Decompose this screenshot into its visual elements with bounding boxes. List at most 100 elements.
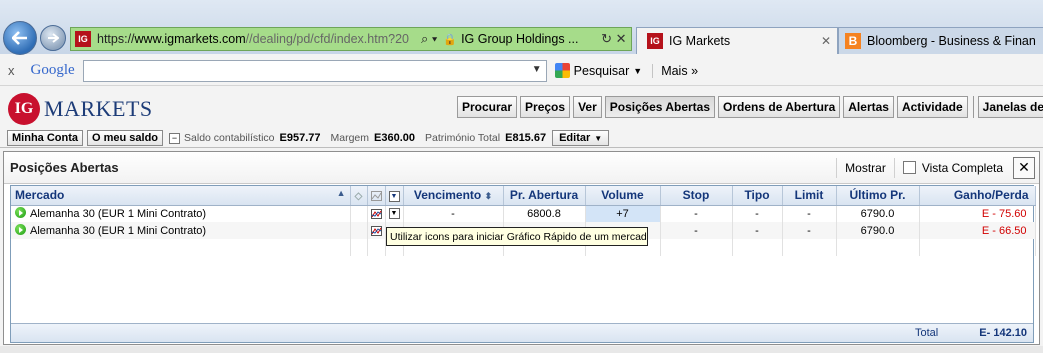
nav-ver[interactable]: Ver (573, 96, 602, 118)
tag-cell (350, 222, 368, 239)
col-mercado[interactable]: Mercado ▲ (11, 186, 351, 206)
chart-cell[interactable] (367, 222, 386, 239)
chevron-down-icon[interactable]: ▼ (532, 64, 542, 75)
ig-nav: Procurar Preços Ver Posições Abertas Ord… (457, 96, 1043, 118)
chart-icon (370, 191, 382, 202)
col-tag-icon[interactable]: ◇ (350, 186, 368, 206)
col-ultimo[interactable]: Último Pr. (836, 186, 920, 206)
tab-close-icon[interactable]: ✕ (821, 34, 831, 48)
tag-cell (350, 205, 368, 222)
meu-saldo-button[interactable]: O meu saldo (87, 130, 164, 146)
nav-posicoes-abertas[interactable]: Posições Abertas (604, 96, 716, 118)
editar-button[interactable]: Editar ▼ (552, 130, 610, 146)
vista-completa-toggle[interactable]: Vista Completa (893, 157, 1003, 178)
search-dropdown-icon[interactable]: ⌕ ▾ (421, 31, 437, 47)
panel-title: Posições Abertas (10, 160, 119, 175)
certificate-label[interactable]: IG Group Holdings ... (461, 32, 597, 46)
dropdown-icon: ▼ (388, 190, 400, 202)
quick-chart-icon[interactable] (370, 208, 382, 219)
collapse-icon[interactable]: − (169, 132, 181, 144)
url-scheme: https:// (97, 32, 135, 46)
bloomberg-favicon-icon: B (845, 33, 861, 49)
quick-chart-tooltip: Utilizar icons para iniciar Gráfico Rápi… (386, 227, 648, 246)
google-search-input[interactable]: ▼ (82, 59, 547, 82)
col-stop[interactable]: Stop (660, 186, 733, 206)
limit-cell[interactable]: - (782, 205, 837, 222)
panel-close-button[interactable]: ✕ (1013, 156, 1035, 179)
mercado-cell[interactable]: Alemanha 30 (EUR 1 Mini Contrato) (11, 205, 351, 222)
table-row[interactable]: Alemanha 30 (EUR 1 Mini Contrato) ▼ - 68… (11, 205, 1036, 222)
close-icon: ✕ (1018, 159, 1030, 175)
limit-cell[interactable]: - (782, 222, 837, 239)
nav-alertas[interactable]: Alertas (843, 96, 894, 118)
tipo-cell: - (732, 205, 783, 222)
patrimonio-value: E815.67 (505, 132, 547, 144)
arrow-right-icon (48, 33, 59, 43)
col-volume[interactable]: Volume (585, 186, 661, 206)
header-row: Mercado ▲ ◇ ▼ Vencimento ⬍ Pr. Abertura V… (11, 186, 1036, 206)
nav-precos[interactable]: Preços (520, 96, 571, 118)
tab-label: IG Markets (669, 34, 731, 48)
stop-cell[interactable]: - (660, 222, 733, 239)
tab-bloomberg[interactable]: B Bloomberg - Business & Finan... (838, 27, 1043, 54)
total-row: Total E- 142.10 (11, 323, 1033, 342)
row-dropdown-icon[interactable]: ▼ (388, 208, 400, 220)
tab-ig-markets[interactable]: IG IG Markets ✕ (636, 27, 838, 54)
url-host: www.igmarkets.com (134, 32, 246, 46)
col-vencimento[interactable]: Vencimento ⬍ (403, 186, 504, 206)
nav-actividade[interactable]: Actividade (896, 96, 968, 118)
col-chart-icon[interactable] (367, 186, 386, 206)
forward-button[interactable] (40, 25, 66, 51)
col-menu[interactable]: ▼ (385, 186, 404, 206)
account-bar: Minha Conta O meu saldo − Saldo contabil… (0, 129, 1043, 148)
volume-cell[interactable]: +7 (585, 205, 661, 222)
col-ganho[interactable]: Ganho/Perda (919, 186, 1036, 206)
saldo-value: E957.77 (279, 132, 321, 144)
menu-cell[interactable]: ▼ (385, 205, 404, 222)
pesquisar-button[interactable]: Pesquisar ▼ (554, 63, 643, 78)
ig-logo-circle: IG (8, 93, 40, 125)
ig-tab-favicon-icon: IG (647, 33, 663, 49)
col-mercado-label: Mercado (15, 188, 65, 203)
positions-grid: Mercado ▲ ◇ ▼ Vencimento ⬍ Pr. Abertura V… (10, 185, 1036, 343)
refresh-close-icons[interactable]: ↻ ✕ (601, 31, 626, 47)
vista-checkbox[interactable] (902, 161, 916, 174)
url-text[interactable]: https://www.igmarkets.com//dealing/pd/cf… (97, 32, 417, 46)
mercado-cell[interactable]: Alemanha 30 (EUR 1 Mini Contrato) (11, 222, 351, 239)
stop-cell[interactable]: - (660, 205, 733, 222)
ultimo-cell: 6790.0 (836, 205, 920, 222)
mercado-label: Alemanha 30 (EUR 1 Mini Contrato) (30, 225, 207, 237)
col-abertura[interactable]: Pr. Abertura (503, 186, 586, 206)
play-icon[interactable] (15, 224, 26, 235)
col-tipo[interactable]: Tipo (732, 186, 783, 206)
sort-icon: ⬍ (484, 191, 493, 202)
col-limit[interactable]: Limit (782, 186, 837, 206)
nav-ordens-abertura[interactable]: Ordens de Abertura (718, 96, 841, 118)
lock-icon[interactable]: 🔒 (443, 33, 457, 46)
ig-logo-word: MARKETS (44, 96, 153, 121)
quick-chart-icon[interactable] (370, 225, 382, 236)
play-icon[interactable] (15, 207, 26, 219)
mercado-label: Alemanha 30 (EUR 1 Mini Contrato) (30, 208, 207, 221)
vista-label: Vista Completa (921, 160, 1003, 175)
back-button[interactable] (3, 21, 37, 55)
nav-procurar[interactable]: Procurar (457, 96, 518, 118)
minha-conta-button[interactable]: Minha Conta (7, 130, 83, 146)
mostrar-button[interactable]: Mostrar (836, 157, 894, 178)
col-vencimento-label: Vencimento (413, 188, 482, 203)
address-bar[interactable]: IG https://www.igmarkets.com//dealing/pd… (70, 27, 632, 51)
mais-button[interactable]: Mais » (652, 63, 699, 78)
editar-label: Editar (559, 132, 591, 144)
sort-asc-icon: ▲ (336, 188, 346, 199)
ig-favicon-icon: IG (75, 31, 91, 47)
toolbar-close-icon[interactable]: x (8, 63, 15, 78)
double-chevron-right-icon: » (691, 63, 699, 78)
chart-cell[interactable] (367, 205, 386, 222)
nav-divider (972, 96, 974, 118)
nav-janelas-operacao[interactable]: Janelas de Operaç (977, 96, 1043, 118)
ig-logo: IG MARKETS (8, 93, 153, 125)
abertura-cell: 6800.8 (503, 205, 586, 222)
chevron-down-icon: ▼ (633, 65, 643, 76)
pesquisar-label: Pesquisar (573, 63, 630, 78)
browser-chrome: IG https://www.igmarkets.com//dealing/pd… (0, 0, 1043, 55)
